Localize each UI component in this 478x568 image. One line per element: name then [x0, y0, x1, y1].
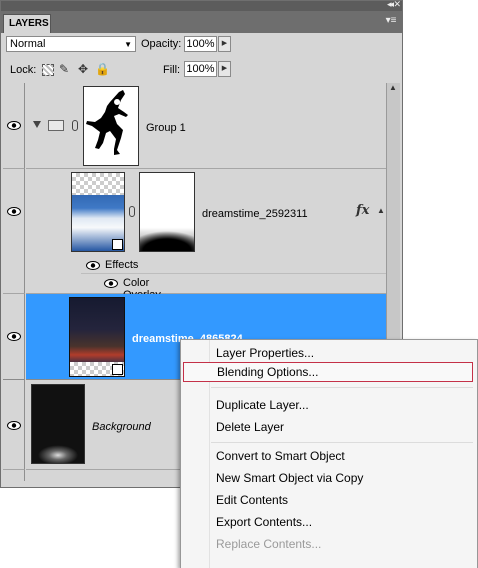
fill-slider-button[interactable]: ▶	[218, 61, 231, 77]
blend-mode-value: Normal	[10, 38, 46, 50]
opacity-label: Opacity:	[141, 38, 182, 50]
layer-thumbnail-dancer[interactable]	[31, 384, 85, 464]
link-icon[interactable]	[129, 206, 135, 217]
menu-item-replace-contents: Replace Contents...	[216, 537, 322, 551]
layer-name-group1[interactable]: Group 1	[146, 122, 186, 134]
fill-label: Fill:	[163, 64, 181, 76]
visibility-toggle-group1[interactable]	[3, 83, 25, 169]
eye-icon[interactable]	[104, 279, 118, 288]
layer-thumbnail-clouds[interactable]	[71, 172, 125, 252]
collapse-icon[interactable]: ◂◂	[387, 0, 394, 10]
visibility-toggle-dreamstime1[interactable]	[3, 169, 25, 294]
eye-icon	[7, 421, 21, 430]
chevron-down-icon: ▼	[124, 40, 132, 49]
visibility-toggle-dreamstime2[interactable]	[3, 294, 25, 380]
eye-icon[interactable]	[86, 261, 100, 270]
group-mask-thumbnail[interactable]	[83, 86, 139, 166]
opacity-input[interactable]: 100%	[184, 36, 217, 52]
eye-icon	[7, 332, 21, 341]
eye-icon	[7, 121, 21, 130]
layer-context-menu: Layer Properties... Blending Options... …	[180, 339, 478, 568]
fx-collapse-icon[interactable]: ▲	[377, 206, 385, 215]
scroll-up-icon[interactable]: ▲	[389, 83, 397, 92]
panel-title-bar: ◂◂ ✕	[1, 0, 402, 11]
layer-name-dreamstime1[interactable]: dreamstime_2592311	[202, 208, 308, 220]
fill-input[interactable]: 100%	[184, 61, 217, 77]
empty-eye-cell	[3, 470, 25, 481]
menu-item-edit-contents[interactable]: Edit Contents	[183, 490, 473, 510]
lock-image-icon[interactable]: ✎	[57, 62, 71, 76]
menu-item-duplicate-layer[interactable]: Duplicate Layer...	[183, 395, 473, 415]
menu-separator	[211, 387, 473, 388]
eye-icon	[7, 207, 21, 216]
fx-icon[interactable]: fx	[356, 203, 369, 218]
menu-item-layer-properties[interactable]: Layer Properties...	[183, 343, 473, 363]
close-icon[interactable]: ✕	[393, 0, 401, 10]
panel-tab-bar: LAYERS ▾≡	[1, 11, 402, 33]
visibility-toggle-background[interactable]	[3, 380, 25, 470]
layer-name-background[interactable]: Background	[92, 421, 151, 433]
divider	[81, 273, 386, 274]
blend-mode-select[interactable]: Normal ▼	[6, 36, 136, 52]
menu-item-convert-smart-object[interactable]: Convert to Smart Object	[183, 446, 473, 466]
dancer-silhouette-icon	[86, 90, 128, 155]
lock-transparent-icon[interactable]	[40, 62, 54, 76]
menu-item-delete-layer[interactable]: Delete Layer	[183, 417, 473, 437]
layer-mask-thumbnail[interactable]	[139, 172, 195, 252]
expand-triangle-icon[interactable]	[33, 121, 41, 128]
menu-item-blending-options[interactable]: Blending Options...	[183, 362, 473, 382]
layer-row-group1[interactable]: Group 1	[26, 83, 386, 169]
menu-item-export-contents[interactable]: Export Contents...	[183, 512, 473, 532]
link-icon	[72, 120, 78, 131]
effects-label: Effects	[105, 259, 139, 271]
panel-menu-icon[interactable]: ▾≡	[384, 15, 398, 27]
smart-object-icon	[112, 239, 123, 250]
folder-icon	[48, 120, 64, 131]
menu-separator	[211, 442, 473, 443]
opacity-slider-button[interactable]: ▶	[218, 36, 231, 52]
lock-all-icon[interactable]: 🔒	[95, 62, 110, 76]
lock-label: Lock:	[10, 64, 37, 76]
smart-object-icon	[112, 364, 123, 375]
lock-position-icon[interactable]: ✥	[76, 62, 90, 76]
menu-item-new-smart-object-copy[interactable]: New Smart Object via Copy	[183, 468, 473, 488]
tab-layers[interactable]: LAYERS	[3, 14, 51, 33]
layer-row-dreamstime1[interactable]: dreamstime_2592311 fx ▲ Effects Color Ov…	[26, 169, 386, 301]
transparency-checker	[72, 173, 124, 195]
layer-thumbnail-city[interactable]	[69, 297, 125, 377]
